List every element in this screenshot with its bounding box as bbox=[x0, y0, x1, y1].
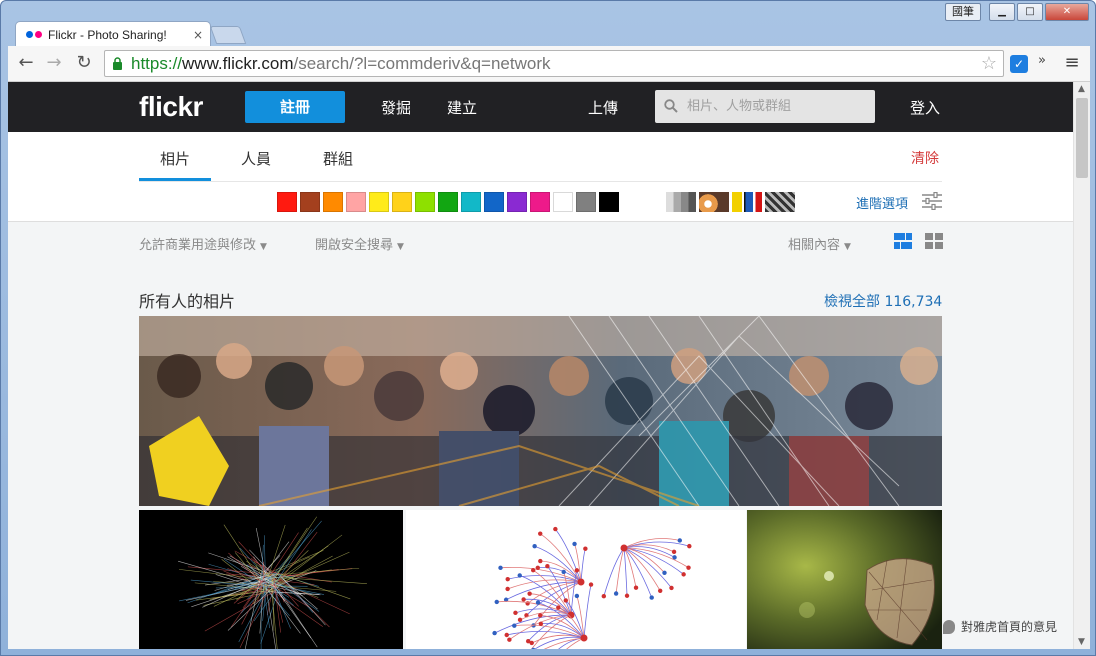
flickr-favicon-icon bbox=[26, 31, 42, 38]
chevron-down-icon: ▼ bbox=[844, 242, 851, 252]
photo-crowd-network[interactable] bbox=[139, 316, 942, 506]
bookmark-star-icon[interactable]: ☆ bbox=[981, 51, 997, 76]
back-arrow-icon[interactable]: ← bbox=[14, 52, 38, 76]
more-extensions-icon[interactable]: » bbox=[1038, 53, 1046, 68]
nav-create[interactable]: 建立 bbox=[447, 97, 477, 118]
leaf-photo-image bbox=[747, 510, 942, 649]
color-swatch[interactable] bbox=[438, 192, 458, 212]
section-title: 所有人的相片 bbox=[139, 292, 236, 311]
crowd-photo-image bbox=[139, 316, 942, 506]
forward-arrow-icon[interactable]: → bbox=[42, 52, 66, 76]
license-dropdown[interactable]: 允許商業用途與修改 ▼ bbox=[139, 234, 267, 253]
search-placeholder: 相片、人物或群組 bbox=[687, 99, 792, 114]
advanced-options-link[interactable]: 進階選項 bbox=[856, 193, 908, 212]
scroll-down-icon[interactable]: ▼ bbox=[1078, 637, 1085, 647]
feedback-link[interactable]: 對雅虎首頁的意見 bbox=[943, 618, 1057, 635]
safesearch-label: 開啟安全搜尋 bbox=[315, 238, 394, 253]
color-swatch[interactable] bbox=[369, 192, 389, 212]
login-link[interactable]: 登入 bbox=[910, 97, 940, 118]
sort-dropdown[interactable]: 相關內容 ▼ bbox=[788, 234, 851, 253]
tab-photos[interactable]: 相片 bbox=[160, 148, 190, 169]
search-input[interactable]: 相片、人物或群組 bbox=[655, 90, 875, 123]
color-swatch[interactable] bbox=[323, 192, 343, 212]
justified-layout-icon[interactable] bbox=[894, 232, 912, 250]
license-label: 允許商業用途與修改 bbox=[139, 238, 257, 253]
color-swatches bbox=[277, 192, 619, 212]
window-controls: 國筆 ▁ □ ✕ bbox=[945, 3, 1089, 21]
photo-leaf[interactable] bbox=[747, 510, 942, 649]
tab-groups[interactable]: 群組 bbox=[323, 148, 353, 169]
color-swatch[interactable] bbox=[392, 192, 412, 212]
flickr-header: flickr 註冊 發掘 建立 上傳 相片、人物或群組 登入 bbox=[8, 82, 1073, 132]
safesearch-dropdown[interactable]: 開啟安全搜尋 ▼ bbox=[315, 234, 404, 253]
feedback-label: 對雅虎首頁的意見 bbox=[961, 620, 1058, 634]
color-swatch[interactable] bbox=[415, 192, 435, 212]
feedback-bubble-icon bbox=[943, 619, 955, 634]
search-filters: 相片 人員 群組 清除 進階選項 bbox=[8, 132, 1073, 222]
view-all-link[interactable]: 檢視全部 116,734 bbox=[824, 291, 942, 311]
color-swatch[interactable] bbox=[507, 192, 527, 212]
sliders-icon[interactable] bbox=[922, 192, 942, 210]
color-swatch[interactable] bbox=[599, 192, 619, 212]
color-swatch[interactable] bbox=[277, 192, 297, 212]
photo-network-burst[interactable] bbox=[139, 510, 403, 649]
nav-discover[interactable]: 發掘 bbox=[381, 97, 411, 118]
signup-button[interactable]: 註冊 bbox=[245, 91, 345, 123]
url-scheme: https:// bbox=[131, 54, 183, 73]
nav-upload[interactable]: 上傳 bbox=[588, 97, 618, 118]
color-swatch[interactable] bbox=[461, 192, 481, 212]
style-patterns[interactable] bbox=[765, 192, 795, 212]
style-shallow-depth[interactable] bbox=[699, 192, 729, 212]
scroll-up-icon[interactable]: ▲ bbox=[1078, 84, 1085, 94]
ime-indicator[interactable]: 國筆 bbox=[945, 3, 981, 21]
grid-layout-icon[interactable] bbox=[925, 232, 943, 250]
tab-close-icon[interactable]: × bbox=[190, 28, 206, 42]
color-swatch[interactable] bbox=[553, 192, 573, 212]
address-bar[interactable]: https://www.flickr.com/search/?l=commder… bbox=[104, 50, 1004, 77]
color-swatch[interactable] bbox=[300, 192, 320, 212]
tab-title: Flickr - Photo Sharing! bbox=[48, 27, 167, 42]
page-viewport: flickr 註冊 發掘 建立 上傳 相片、人物或群組 登入 相片 人員 群組 … bbox=[8, 82, 1090, 649]
chevron-down-icon: ▼ bbox=[260, 242, 267, 252]
browser-tab[interactable]: Flickr - Photo Sharing! × bbox=[15, 21, 211, 47]
color-swatch[interactable] bbox=[576, 192, 596, 212]
url-path: /search/?l=commderiv&q=network bbox=[293, 54, 551, 73]
new-tab-button[interactable] bbox=[209, 26, 247, 44]
chrome-menu-icon[interactable]: ≡ bbox=[1062, 52, 1082, 74]
chevron-down-icon: ▼ bbox=[397, 242, 404, 252]
page-scrollbar[interactable]: ▲ ▼ bbox=[1073, 82, 1090, 649]
search-icon bbox=[664, 99, 678, 113]
active-tab-indicator bbox=[139, 178, 211, 181]
network-burst-image bbox=[139, 510, 403, 649]
clear-filters-link[interactable]: 清除 bbox=[911, 148, 939, 168]
sort-label: 相關內容 bbox=[788, 238, 841, 253]
maximize-button[interactable]: □ bbox=[1017, 3, 1043, 21]
color-swatch[interactable] bbox=[530, 192, 550, 212]
results-toolbar: 允許商業用途與修改 ▼ 開啟安全搜尋 ▼ 相關內容 ▼ bbox=[8, 222, 1073, 260]
color-swatch[interactable] bbox=[346, 192, 366, 212]
lock-icon bbox=[113, 57, 122, 70]
style-minimalism[interactable] bbox=[732, 192, 762, 212]
tab-strip: Flickr - Photo Sharing! × 國筆 ▁ □ ✕ bbox=[1, 1, 1095, 47]
color-swatch[interactable] bbox=[484, 192, 504, 212]
minimize-button[interactable]: ▁ bbox=[989, 3, 1015, 21]
reload-icon[interactable]: ↻ bbox=[72, 52, 96, 76]
tab-people[interactable]: 人員 bbox=[241, 148, 271, 169]
url-host: www.flickr.com bbox=[182, 54, 294, 73]
tab-divider bbox=[139, 181, 942, 182]
browser-window: Flickr - Photo Sharing! × 國筆 ▁ □ ✕ ← → ↻… bbox=[0, 0, 1096, 656]
scrollbar-thumb[interactable] bbox=[1076, 98, 1088, 178]
close-window-button[interactable]: ✕ bbox=[1045, 3, 1089, 21]
style-filters bbox=[666, 192, 795, 212]
style-grayscale[interactable] bbox=[666, 192, 696, 212]
network-graph-image bbox=[406, 510, 746, 649]
flickr-logo[interactable]: flickr bbox=[139, 91, 203, 123]
photo-network-graph[interactable] bbox=[406, 510, 746, 649]
browser-toolbar: ← → ↻ https://www.flickr.com/search/?l=c… bbox=[8, 46, 1090, 82]
extension-check-icon[interactable]: ✓ bbox=[1010, 55, 1028, 73]
